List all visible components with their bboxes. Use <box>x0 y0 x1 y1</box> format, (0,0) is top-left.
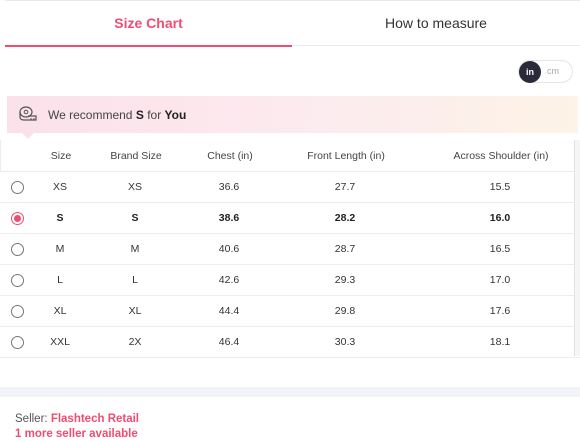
tab-bar: Size Chart How to measure <box>5 0 580 47</box>
cell-size: XXL <box>50 336 70 348</box>
cell-across-shoulder: 16.5 <box>489 243 511 255</box>
table-scrollbar[interactable] <box>574 140 580 356</box>
cell-size: XS <box>52 181 67 193</box>
cell-brand-size: XL <box>128 305 142 317</box>
cell-brand-size: M <box>130 243 140 255</box>
more-sellers-link[interactable]: 1 more seller available <box>15 428 138 440</box>
cell-across-shoulder: 17.0 <box>489 274 511 286</box>
recommend-prefix: We recommend <box>48 108 133 122</box>
size-chart-table: Size Brand Size Chest (in) Front Length … <box>0 140 580 358</box>
recommended-size: S <box>135 108 144 122</box>
cell-size: L <box>57 274 63 286</box>
size-radio[interactable] <box>10 273 24 287</box>
size-radio[interactable] <box>10 211 24 225</box>
unit-option-in[interactable]: in <box>519 61 541 83</box>
table-row[interactable]: XL XL 44.4 29.8 17.6 <box>0 296 580 327</box>
cell-across-shoulder: 18.1 <box>489 336 511 348</box>
header-size: Size <box>50 149 72 162</box>
cell-size: M <box>55 243 65 255</box>
cell-chest: 44.4 <box>218 305 240 317</box>
header-front-length: Front Length (in) <box>307 149 385 162</box>
cell-size: S <box>56 212 64 224</box>
cell-front-length: 28.7 <box>334 243 356 255</box>
cell-brand-size: S <box>131 212 139 224</box>
size-recommendation-banner: We recommend S for You <box>7 96 578 133</box>
measuring-tape-icon <box>19 106 37 121</box>
size-radio[interactable] <box>10 180 24 194</box>
cell-chest: 36.6 <box>218 181 240 193</box>
recommendation-pointer <box>22 133 34 139</box>
recommendation-text: We recommend S for You <box>48 108 186 122</box>
cell-chest: 40.6 <box>218 243 240 255</box>
unit-toggle[interactable]: in cm <box>518 60 573 83</box>
seller-info: Seller: Flashtech Retail <box>15 413 139 425</box>
cell-brand-size: 2X <box>128 336 142 348</box>
unit-option-cm[interactable]: cm <box>547 66 559 76</box>
seller-name-link[interactable]: Flashtech Retail <box>51 413 139 425</box>
cell-front-length: 29.8 <box>334 305 356 317</box>
header-chest: Chest (in) <box>207 149 253 162</box>
cell-across-shoulder: 16.0 <box>489 212 511 224</box>
table-row[interactable]: XXL 2X 46.4 30.3 18.1 <box>0 327 580 358</box>
cell-brand-size: XS <box>127 181 142 193</box>
section-divider <box>0 387 580 397</box>
size-radio[interactable] <box>10 242 24 256</box>
header-brand-size: Brand Size <box>110 149 162 162</box>
cell-front-length: 27.7 <box>334 181 356 193</box>
table-header: Size Brand Size Chest (in) Front Length … <box>0 140 580 172</box>
table-row[interactable]: XS XS 36.6 27.7 15.5 <box>0 172 580 203</box>
table-row[interactable]: S S 38.6 28.2 16.0 <box>0 203 580 234</box>
size-radio[interactable] <box>10 304 24 318</box>
cell-front-length: 30.3 <box>334 336 356 348</box>
cell-brand-size: L <box>132 274 138 286</box>
cell-across-shoulder: 17.6 <box>489 305 511 317</box>
table-row[interactable]: M M 40.6 28.7 16.5 <box>0 234 580 265</box>
tab-size-chart[interactable]: Size Chart <box>5 1 292 47</box>
cell-front-length: 28.2 <box>334 212 356 224</box>
cell-chest: 46.4 <box>218 336 240 348</box>
size-radio[interactable] <box>10 335 24 349</box>
seller-label: Seller: <box>15 413 48 425</box>
recommend-suffix: You <box>164 108 187 122</box>
recommend-middle: for <box>147 108 162 122</box>
table-row[interactable]: L L 42.6 29.3 17.0 <box>0 265 580 296</box>
cell-chest: 42.6 <box>218 274 240 286</box>
tab-how-to-measure[interactable]: How to measure <box>292 1 580 46</box>
header-across-shoulder: Across Shoulder (in) <box>453 149 549 162</box>
cell-chest: 38.6 <box>218 212 240 224</box>
cell-size: XL <box>53 305 67 317</box>
cell-across-shoulder: 15.5 <box>489 181 511 193</box>
cell-front-length: 29.3 <box>334 274 356 286</box>
